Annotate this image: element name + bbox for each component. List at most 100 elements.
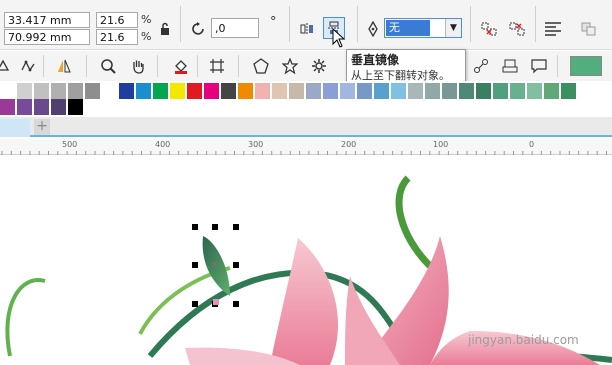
color-swatch[interactable] (408, 83, 424, 99)
polygon-tool-icon[interactable] (250, 55, 272, 77)
stem-right (395, 175, 433, 269)
color-swatch[interactable] (102, 83, 118, 99)
new-tab-button[interactable]: + (34, 119, 50, 135)
color-swatch[interactable] (493, 83, 509, 99)
outline-width-select[interactable]: 无 ▼ (384, 18, 462, 38)
selection-handle[interactable] (233, 262, 239, 268)
color-swatch[interactable] (459, 83, 475, 99)
color-swatch[interactable] (170, 83, 186, 99)
shape-tool-icon[interactable] (0, 55, 14, 77)
pan-hand-icon[interactable] (127, 55, 149, 77)
rotation-field[interactable] (211, 18, 259, 38)
separator (86, 55, 87, 77)
separator (289, 6, 290, 42)
selection-handle[interactable] (192, 262, 198, 268)
undo-rotate-icon[interactable] (188, 18, 210, 40)
color-swatch[interactable] (17, 83, 33, 99)
color-swatch[interactable] (238, 83, 254, 99)
color-swatch[interactable] (323, 83, 339, 99)
mirror-horizontal-icon[interactable] (296, 18, 318, 40)
separator (157, 55, 158, 77)
selection-handle[interactable] (212, 224, 218, 230)
color-swatch[interactable] (0, 99, 16, 115)
color-swatch[interactable] (17, 99, 33, 115)
zoom-tool-icon[interactable] (97, 55, 119, 77)
color-swatch[interactable] (34, 99, 50, 115)
selection-handle[interactable] (233, 301, 239, 307)
color-swatch[interactable] (425, 83, 441, 99)
watermark: jingyan.baidu.com (468, 333, 579, 347)
color-swatch[interactable] (340, 83, 356, 99)
fill-color-preview[interactable] (570, 56, 602, 76)
color-swatch[interactable] (51, 83, 67, 99)
color-swatch[interactable] (85, 83, 101, 99)
dropdown-arrow-icon[interactable]: ▼ (445, 19, 461, 37)
color-swatch[interactable] (289, 83, 305, 99)
color-swatch[interactable] (544, 83, 560, 99)
color-swatch[interactable] (306, 83, 322, 99)
separator (557, 55, 558, 77)
mirror-tool-icon[interactable] (53, 55, 75, 77)
mouse-cursor-icon (332, 27, 346, 51)
center-marker-icon: × (211, 260, 219, 270)
lock-ratio-icon[interactable] (154, 18, 176, 40)
color-swatch[interactable] (51, 99, 67, 115)
star-tool-icon[interactable] (279, 55, 301, 77)
color-swatch[interactable] (510, 83, 526, 99)
selection-handle[interactable] (233, 224, 239, 230)
ruler-label: 100 (433, 140, 449, 149)
stem-curl-left (5, 278, 46, 357)
fill-tool-icon[interactable] (170, 55, 192, 77)
color-swatch[interactable] (255, 83, 271, 99)
x-position-field[interactable] (4, 12, 90, 28)
color-swatch[interactable] (357, 83, 373, 99)
color-swatch[interactable] (221, 83, 237, 99)
separator (197, 55, 198, 77)
ruler-label: 400 (155, 140, 171, 149)
color-swatch[interactable] (527, 83, 543, 99)
selection-handle[interactable] (192, 224, 198, 230)
color-swatch[interactable] (561, 83, 577, 99)
node-tool-icon[interactable] (470, 55, 492, 77)
pen-nib-icon[interactable] (362, 18, 384, 40)
transform-tool-icon[interactable] (206, 55, 228, 77)
break-apart-icon[interactable] (478, 18, 500, 40)
separator (180, 6, 181, 42)
combine-icon[interactable] (506, 18, 528, 40)
color-swatch[interactable] (119, 83, 135, 99)
text-wrap-icon[interactable] (542, 18, 564, 40)
color-swatch[interactable] (391, 83, 407, 99)
separator (43, 55, 44, 77)
selection-handle[interactable] (192, 301, 198, 307)
color-swatch[interactable] (442, 83, 458, 99)
scale-width-field[interactable] (96, 12, 138, 28)
pivot-marker-icon (213, 299, 219, 305)
color-swatch[interactable] (34, 83, 50, 99)
color-swatch[interactable] (153, 83, 169, 99)
freehand-tool-icon[interactable] (17, 55, 39, 77)
separator (470, 6, 471, 42)
scale-width-unit: % (141, 13, 152, 26)
color-swatch[interactable] (476, 83, 492, 99)
color-palette (0, 81, 612, 117)
document-tab-strip: + (0, 117, 612, 137)
color-swatch[interactable] (68, 83, 84, 99)
layers-icon[interactable] (578, 18, 600, 40)
scale-height-field[interactable] (96, 29, 138, 45)
color-swatch[interactable] (136, 83, 152, 99)
color-swatch[interactable] (0, 83, 16, 99)
color-swatch[interactable] (187, 83, 203, 99)
color-swatch[interactable] (272, 83, 288, 99)
gear-icon[interactable] (308, 55, 330, 77)
color-swatch[interactable] (374, 83, 390, 99)
color-swatch[interactable] (204, 83, 220, 99)
y-position-field[interactable] (4, 29, 90, 45)
ruler-label: 500 (62, 140, 78, 149)
comment-icon[interactable] (528, 55, 550, 77)
ruler-label: 200 (341, 140, 357, 149)
stamp-tool-icon[interactable] (499, 55, 521, 77)
ruler-label: 0 (529, 140, 535, 149)
color-swatch[interactable] (68, 99, 84, 115)
document-tab[interactable] (0, 119, 30, 137)
ruler-label: 300 (248, 140, 264, 149)
